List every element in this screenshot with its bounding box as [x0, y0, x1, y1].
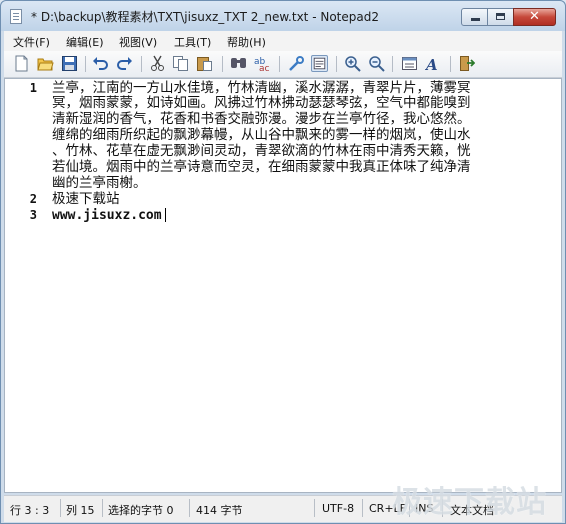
text-line: 冥，烟雨蒙蒙，如诗如画。风拂过竹林拂动瑟瑟琴弦，空气中都能嗅到: [52, 95, 471, 111]
copy-icon[interactable]: [172, 55, 189, 72]
line-number-gutter: 1 2 3: [5, 79, 47, 492]
minimize-button[interactable]: [461, 8, 488, 26]
window-title: * D:\backup\教程素材\TXT\jisuxz_TXT 2_new.tx…: [31, 10, 379, 24]
new-icon[interactable]: [13, 55, 30, 72]
status-divider: [442, 499, 443, 517]
line-number: 1: [29, 81, 37, 95]
toolbar-separator: [336, 56, 337, 72]
status-divider: [314, 499, 315, 517]
menu-file[interactable]: 文件(F): [13, 34, 50, 50]
text-line: 清新湿润的香气，花香和书香交融弥漫。漫步在兰亭竹径，我心悠然。: [52, 111, 471, 127]
paste-icon[interactable]: [196, 55, 213, 72]
toolbar-separator: [450, 56, 451, 72]
notepad-app-icon[interactable]: [10, 9, 22, 24]
text-line: 若仙境。烟雨中的兰亭诗意而空灵，在细雨蒙蒙中我真正体味了纯净清: [52, 159, 471, 175]
status-divider: [409, 499, 410, 517]
close-button[interactable]: ✕: [513, 8, 556, 26]
find-icon[interactable]: [230, 55, 247, 72]
text-line: 幽的兰亭雨榭。: [52, 175, 147, 191]
toolbar: ab ac A: [4, 51, 562, 78]
exit-icon[interactable]: [458, 55, 475, 72]
maximize-icon: [496, 13, 505, 20]
text-caret: [165, 208, 166, 222]
text-line: www.jisuxz.com: [52, 208, 162, 223]
maximize-button[interactable]: [487, 8, 514, 26]
toolbar-separator: [141, 56, 142, 72]
close-icon: ✕: [529, 9, 540, 24]
line-number: 3: [29, 208, 37, 222]
line-number: 2: [29, 192, 37, 206]
toolbar-separator: [392, 56, 393, 72]
text-line: 极速下载站: [52, 191, 120, 207]
status-divider: [60, 499, 61, 517]
undo-icon[interactable]: [92, 55, 109, 72]
save-icon[interactable]: [61, 55, 78, 72]
svg-text:ac: ac: [259, 64, 270, 72]
menu-help[interactable]: 帮助(H): [227, 34, 266, 50]
menu-view[interactable]: 视图(V): [119, 34, 157, 50]
text-line: 缠绵的细雨所织起的飘渺幕幔，从山谷中飘来的雾一样的烟岚，使山水: [52, 127, 471, 143]
font-icon[interactable]: A: [425, 55, 442, 72]
toolbar-separator: [222, 56, 223, 72]
view-icon[interactable]: [311, 55, 328, 72]
status-row: 行 3 : 3: [10, 504, 50, 517]
status-selected-bytes: 选择的字节 0: [108, 504, 174, 517]
status-line-ending[interactable]: CR+LF: [369, 502, 406, 515]
notepad2-window: * D:\backup\教程素材\TXT\jisuxz_TXT 2_new.tx…: [0, 0, 566, 524]
status-encoding[interactable]: UTF-8: [322, 502, 354, 515]
minimize-icon: [471, 18, 480, 21]
open-icon[interactable]: [37, 55, 54, 72]
wordwrap-icon[interactable]: [288, 55, 305, 72]
menu-edit[interactable]: 编辑(E): [66, 34, 104, 50]
svg-text:A: A: [425, 56, 438, 72]
toolbar-separator: [279, 56, 280, 72]
status-bar: 行 3 : 3 列 15 选择的字节 0 414 字节 UTF-8 CR+LF …: [4, 495, 562, 522]
toolbar-separator: [85, 56, 86, 72]
menu-bar: 文件(F) 编辑(E) 视图(V) 工具(T) 帮助(H): [4, 31, 562, 51]
text-line: 兰亭，江南的一方山水佳境，竹林清幽，溪水潺潺，青翠片片，薄雾冥: [52, 80, 471, 96]
menu-tools[interactable]: 工具(T): [174, 34, 211, 50]
status-insert-mode[interactable]: INS: [415, 502, 433, 515]
status-file-size: 414 字节: [196, 504, 243, 517]
cut-icon[interactable]: [149, 55, 166, 72]
status-document-type[interactable]: 文本文档: [450, 502, 494, 518]
redo-icon[interactable]: [116, 55, 133, 72]
zoom-out-icon[interactable]: [368, 55, 385, 72]
replace-icon[interactable]: abac: [254, 55, 271, 72]
status-divider: [189, 499, 190, 517]
status-divider: [362, 499, 363, 517]
status-divider: [102, 499, 103, 517]
status-column: 列 15: [66, 504, 95, 517]
zoom-in-icon[interactable]: [344, 55, 361, 72]
title-bar[interactable]: * D:\backup\教程素材\TXT\jisuxz_TXT 2_new.tx…: [1, 1, 565, 31]
text-line: 、竹林、花草在虚无飘渺间灵动，青翠欲滴的竹林在雨中清秀天籁，恍: [52, 143, 471, 159]
scheme-icon[interactable]: [401, 55, 418, 72]
text-editor[interactable]: 1 2 3 兰亭，江南的一方山水佳境，竹林清幽，溪水潺潺，青翠片片，薄雾冥 冥，…: [4, 78, 562, 493]
